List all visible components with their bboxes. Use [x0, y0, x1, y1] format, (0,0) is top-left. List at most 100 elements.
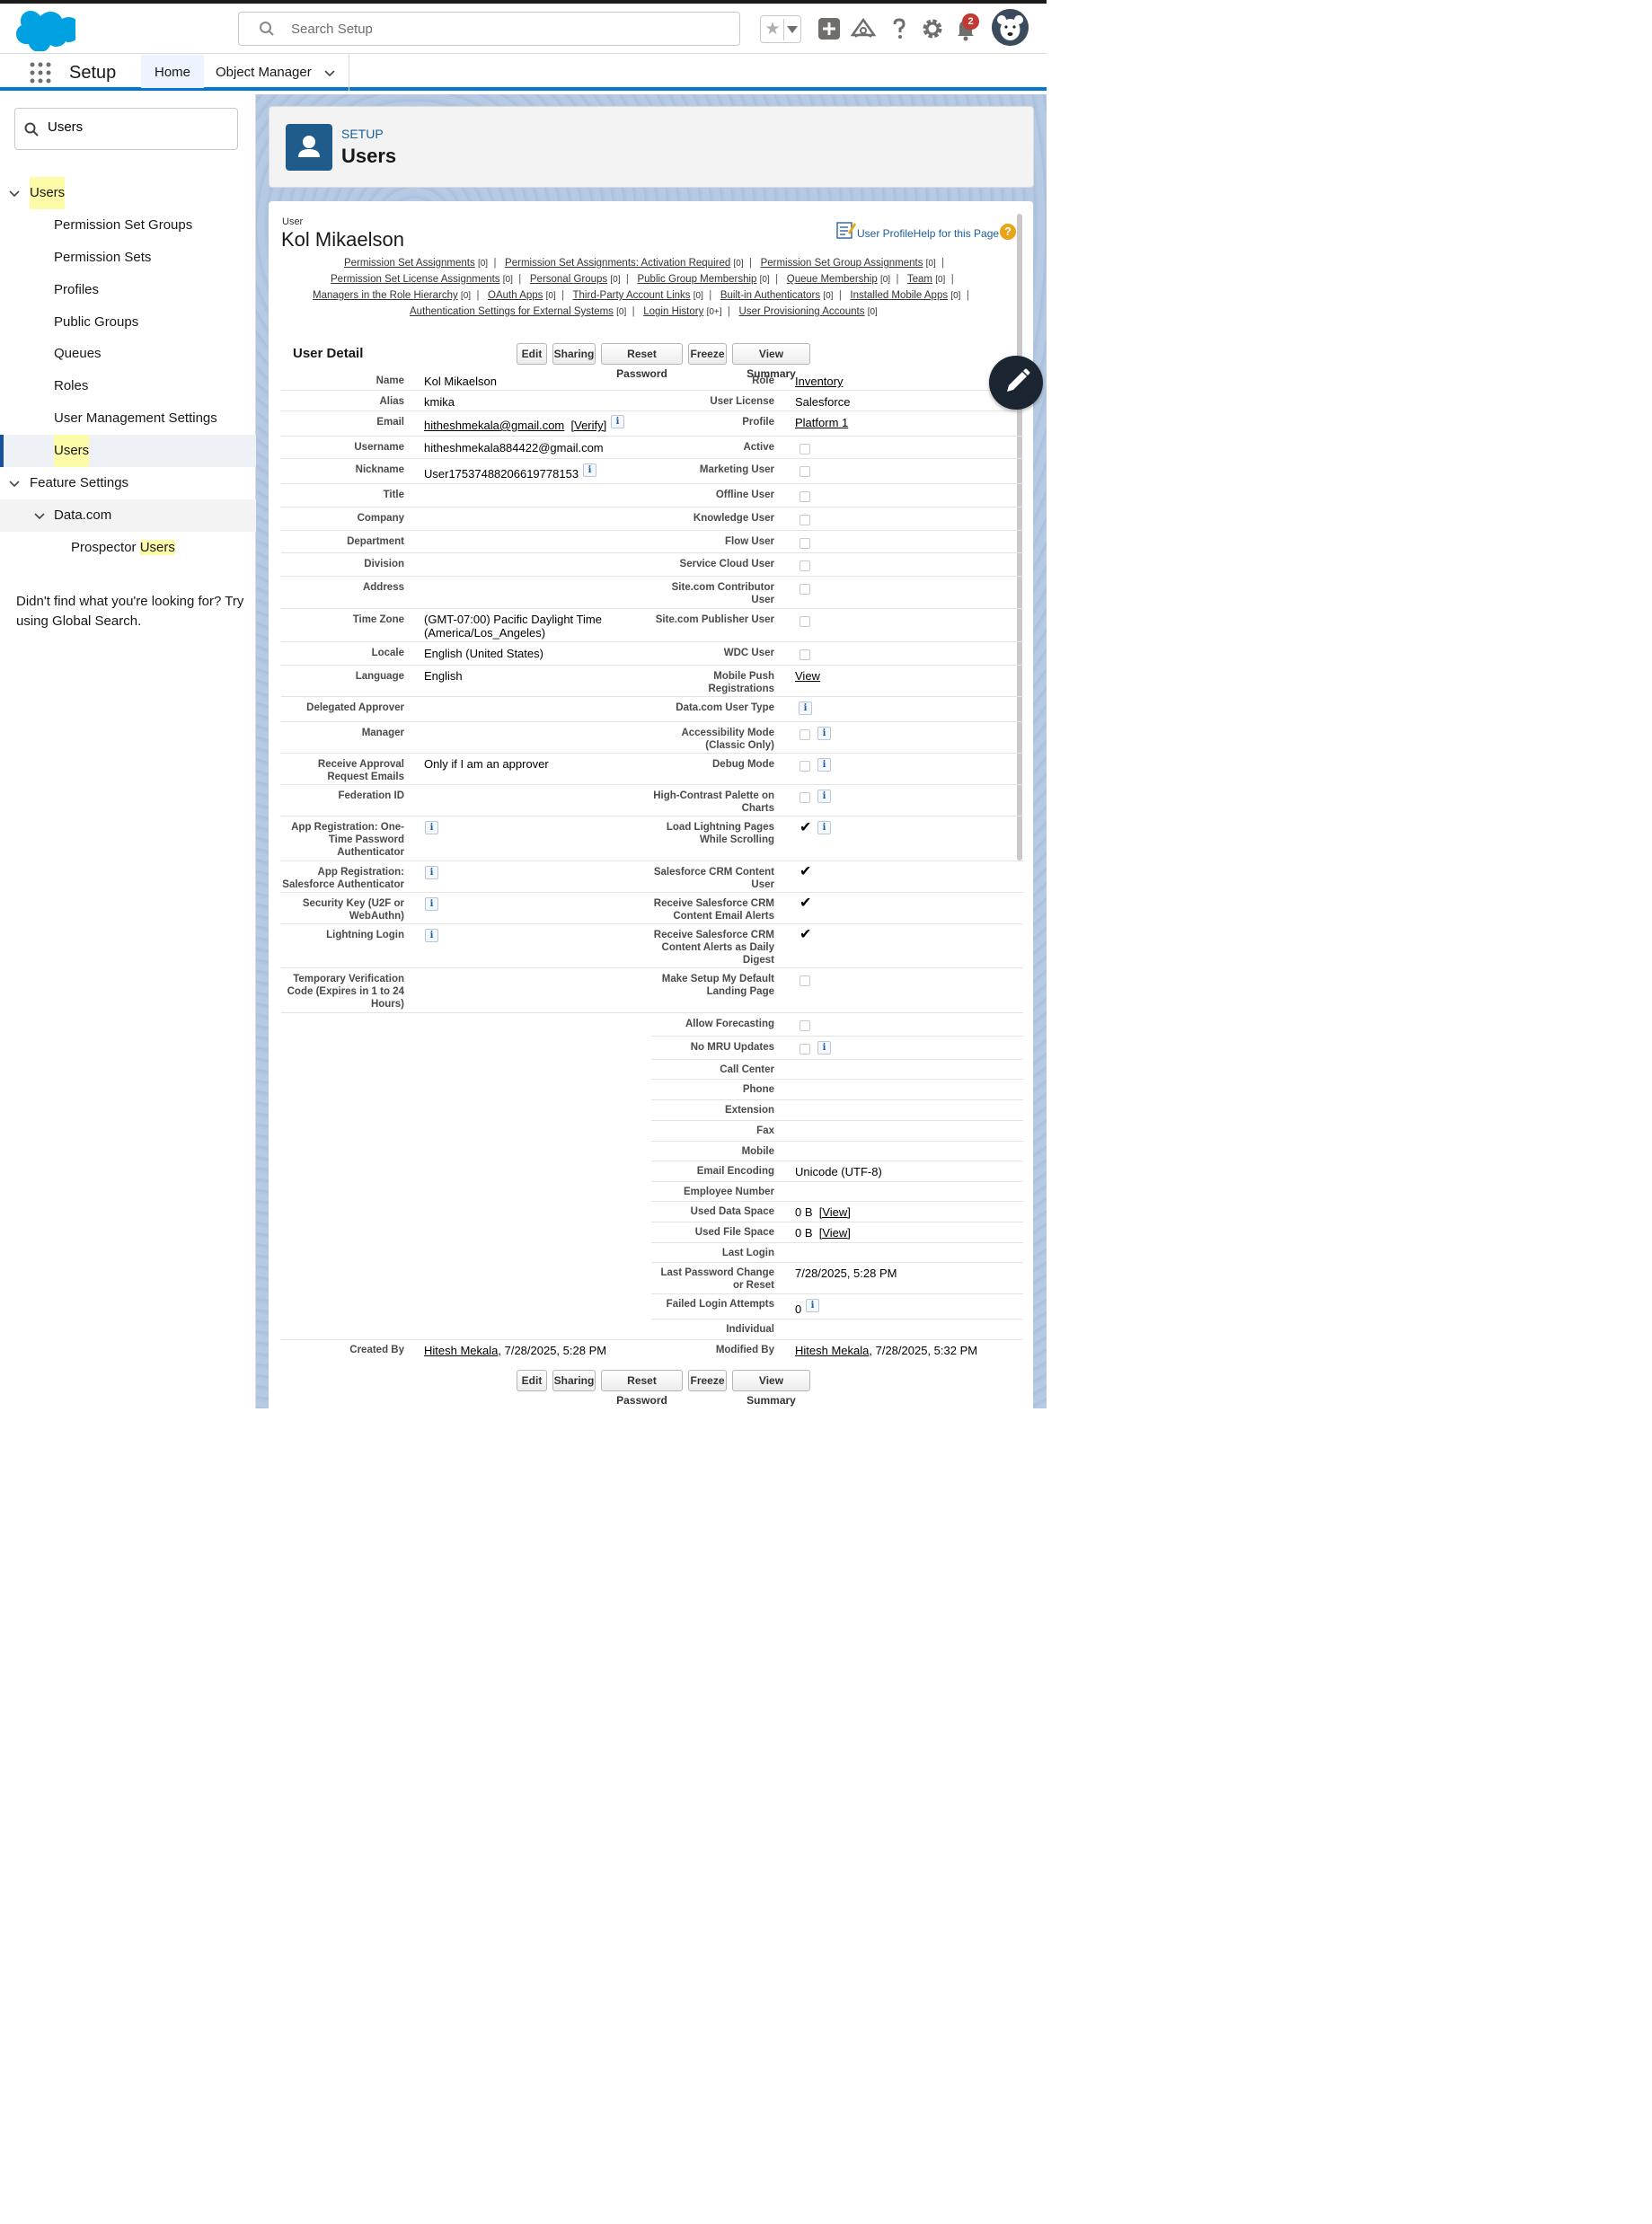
field-value: English (United States) [424, 647, 543, 660]
salesforce-logo[interactable] [16, 10, 75, 51]
link-oauth-apps[interactable]: OAuth Apps [488, 290, 543, 301]
allow-forecasting-checkbox [799, 1020, 810, 1031]
info-icon[interactable]: i [817, 790, 831, 803]
sharing-button[interactable]: Sharing [552, 343, 596, 365]
detail-row: Locale English (United States) WDC User [281, 642, 1023, 666]
info-icon[interactable]: i [611, 415, 624, 428]
help-question-icon[interactable]: ? [1000, 224, 1016, 240]
modified-by-user-link[interactable]: Hitesh Mekala [795, 1344, 869, 1357]
reset-password-button[interactable]: Reset Password [601, 1370, 683, 1407]
sharing-button[interactable]: Sharing [552, 1370, 596, 1391]
field-label: Extension [725, 1105, 774, 1116]
label-line: Security Key (U2F or [302, 898, 404, 909]
global-actions-plus-icon[interactable] [816, 15, 843, 42]
created-by-user-link[interactable]: Hitesh Mekala [424, 1344, 498, 1357]
field-label: Temporary Verification Code (Expires in 1… [287, 973, 404, 1011]
link-installed-mobile-apps[interactable]: Installed Mobile Apps [850, 290, 948, 301]
app-name: Setup [69, 63, 117, 83]
field-value: kmika [424, 395, 455, 409]
link-psa-activation-required[interactable]: Permission Set Assignments: Activation R… [505, 258, 730, 269]
field-value: Hitesh Mekala, 7/28/2025, 5:32 PM [795, 1344, 977, 1357]
link-managers-in-role-hierarchy[interactable]: Managers in the Role Hierarchy [313, 290, 458, 301]
sidebar-item-users-selected[interactable]: Users [0, 435, 256, 467]
view-summary-button[interactable]: View Summary [732, 343, 810, 380]
mobile-push-view-link[interactable]: View [795, 669, 820, 683]
tree-node-feature-settings[interactable]: Feature Settings [0, 467, 256, 499]
info-icon[interactable]: i [817, 1041, 831, 1055]
tab-home[interactable]: Home [141, 55, 204, 91]
link-personal-groups[interactable]: Personal Groups [530, 274, 607, 285]
link-third-party-account-links[interactable]: Third-Party Account Links [573, 290, 691, 301]
field-label: High-Contrast Palette on Charts [653, 790, 774, 815]
info-icon[interactable]: i [425, 897, 438, 911]
help-icon[interactable] [886, 15, 913, 42]
app-launcher-icon[interactable] [30, 62, 51, 84]
sidebar-item-roles[interactable]: Roles [0, 370, 256, 402]
link-built-in-authenticators[interactable]: Built-in Authenticators [720, 290, 820, 301]
chevron-down-icon[interactable] [9, 188, 20, 199]
info-icon[interactable]: i [425, 821, 438, 834]
page-title: Users [341, 145, 397, 167]
link-permission-set-assignments[interactable]: Permission Set Assignments [344, 258, 475, 269]
detail-row: Email hitheshmekala@gmail.com [Verify] i… [281, 411, 1023, 437]
user-avatar[interactable] [992, 9, 1029, 46]
field-label: Employee Number [684, 1187, 774, 1197]
link-public-group-membership[interactable]: Public Group Membership [637, 274, 756, 285]
trailhead-icon[interactable] [850, 15, 877, 42]
profile-link[interactable]: Platform 1 [795, 416, 848, 429]
role-link[interactable]: Inventory [795, 375, 843, 388]
file-space-view-link[interactable]: [View] [819, 1226, 851, 1240]
sidebar-item-prospector-users[interactable]: Prospector Users [0, 532, 256, 564]
info-icon[interactable]: i [583, 463, 596, 477]
breadcrumb[interactable]: SETUP [341, 127, 384, 141]
chevron-down-icon[interactable] [9, 478, 20, 489]
link-user-provisioning-accounts[interactable]: User Provisioning Accounts [739, 306, 865, 317]
sidebar-item-permission-sets[interactable]: Permission Sets [0, 242, 256, 274]
chevron-down-icon[interactable] [324, 67, 335, 78]
sidebar-item-permission-set-groups[interactable]: Permission Set Groups [0, 209, 256, 242]
field-label: Profile [742, 417, 774, 428]
quick-find-input[interactable]: Users [14, 108, 238, 150]
favorites-dropdown-icon[interactable] [787, 26, 798, 33]
info-icon[interactable]: i [817, 758, 831, 772]
setup-search-input[interactable]: Search Setup [238, 12, 740, 46]
edit-button[interactable]: Edit [517, 343, 547, 365]
chevron-down-icon[interactable] [34, 510, 45, 521]
field-label: Salesforce CRM Content User [654, 866, 774, 891]
field-value: hitheshmekala884422@gmail.com [424, 441, 604, 455]
floating-edit-button[interactable] [989, 356, 1043, 410]
freeze-button[interactable]: Freeze [688, 1370, 727, 1391]
sidebar-item-user-management-settings[interactable]: User Management Settings [0, 402, 256, 435]
sidebar-item-profiles[interactable]: Profiles [0, 274, 256, 306]
favorite-star-icon[interactable]: ★ [763, 19, 782, 40]
tree-node-users[interactable]: Users [0, 177, 256, 209]
verify-link[interactable]: [Verify] [571, 419, 607, 432]
email-link[interactable]: hitheshmekala@gmail.com [424, 419, 564, 432]
info-icon[interactable]: i [799, 702, 812, 715]
link-team[interactable]: Team [907, 274, 932, 285]
tree-node-datacom[interactable]: Data.com [0, 499, 256, 532]
link-authentication-settings-external[interactable]: Authentication Settings for External Sys… [410, 306, 614, 317]
link-queue-membership[interactable]: Queue Membership [787, 274, 878, 285]
info-icon[interactable]: i [425, 866, 438, 879]
reset-password-button[interactable]: Reset Password [601, 343, 683, 380]
help-for-this-page-link[interactable]: User ProfileHelp for this Page [857, 227, 999, 240]
setup-gear-icon[interactable] [919, 15, 946, 42]
link-login-history[interactable]: Login History [643, 306, 703, 317]
link-permission-set-license-assignments[interactable]: Permission Set License Assignments [331, 274, 500, 285]
info-icon[interactable]: i [817, 821, 831, 834]
freeze-button[interactable]: Freeze [688, 343, 727, 365]
edit-button[interactable]: Edit [517, 1370, 547, 1391]
view-summary-button[interactable]: View Summary [732, 1370, 810, 1407]
label-line: Temporary Verification [293, 974, 404, 984]
info-icon[interactable]: i [806, 1299, 819, 1312]
info-icon[interactable]: i [817, 727, 831, 740]
data-space-view-link[interactable]: [View] [819, 1205, 851, 1219]
crm-daily-digest-check-icon: ✔ [799, 927, 812, 942]
sidebar-item-public-groups[interactable]: Public Groups [0, 306, 256, 339]
link-permission-set-group-assignments[interactable]: Permission Set Group Assignments [761, 258, 923, 269]
sidebar-item-queues[interactable]: Queues [0, 338, 256, 370]
crm-email-alerts-check-icon: ✔ [799, 896, 812, 911]
info-icon[interactable]: i [425, 929, 438, 942]
tab-object-manager[interactable]: Object Manager [204, 55, 349, 91]
